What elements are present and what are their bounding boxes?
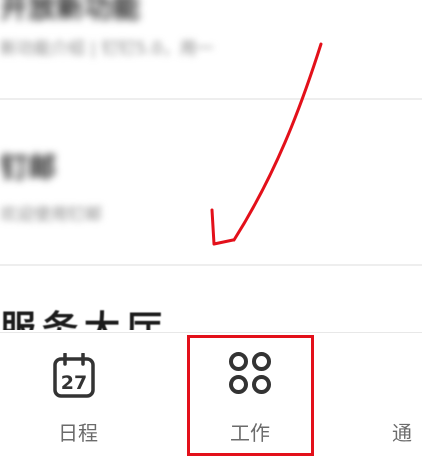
list-item-title: 开放新功能 [0, 0, 141, 24]
calendar-icon: 27 [53, 353, 95, 398]
list-item[interactable]: 钉邮 欢迎使用钉邮 [0, 100, 422, 264]
tab-schedule[interactable]: 27 日程 [8, 333, 148, 466]
list-item-subtitle: 新功能介绍 | 钉钉5.0，用一 [0, 39, 214, 59]
list-item[interactable]: 开放新功能 新功能介绍 | 钉钉5.0，用一 [0, 0, 422, 98]
calendar-date: 27 [61, 372, 87, 394]
tab-contacts[interactable]: 通 [380, 333, 422, 466]
content-list: 开放新功能 新功能介绍 | 钉钉5.0，用一 钉邮 欢迎使用钉邮 服务大厅 [0, 0, 422, 330]
tab-contacts-label: 通 [392, 421, 412, 445]
list-item-title[interactable]: 服务大厅 [0, 300, 168, 330]
list-item-subtitle: 欢迎使用钉邮 [0, 205, 102, 225]
list-divider [0, 264, 422, 266]
list-item-title: 钉邮 [0, 151, 57, 184]
highlight-box [187, 335, 314, 456]
tab-schedule-label: 日程 [58, 421, 98, 445]
